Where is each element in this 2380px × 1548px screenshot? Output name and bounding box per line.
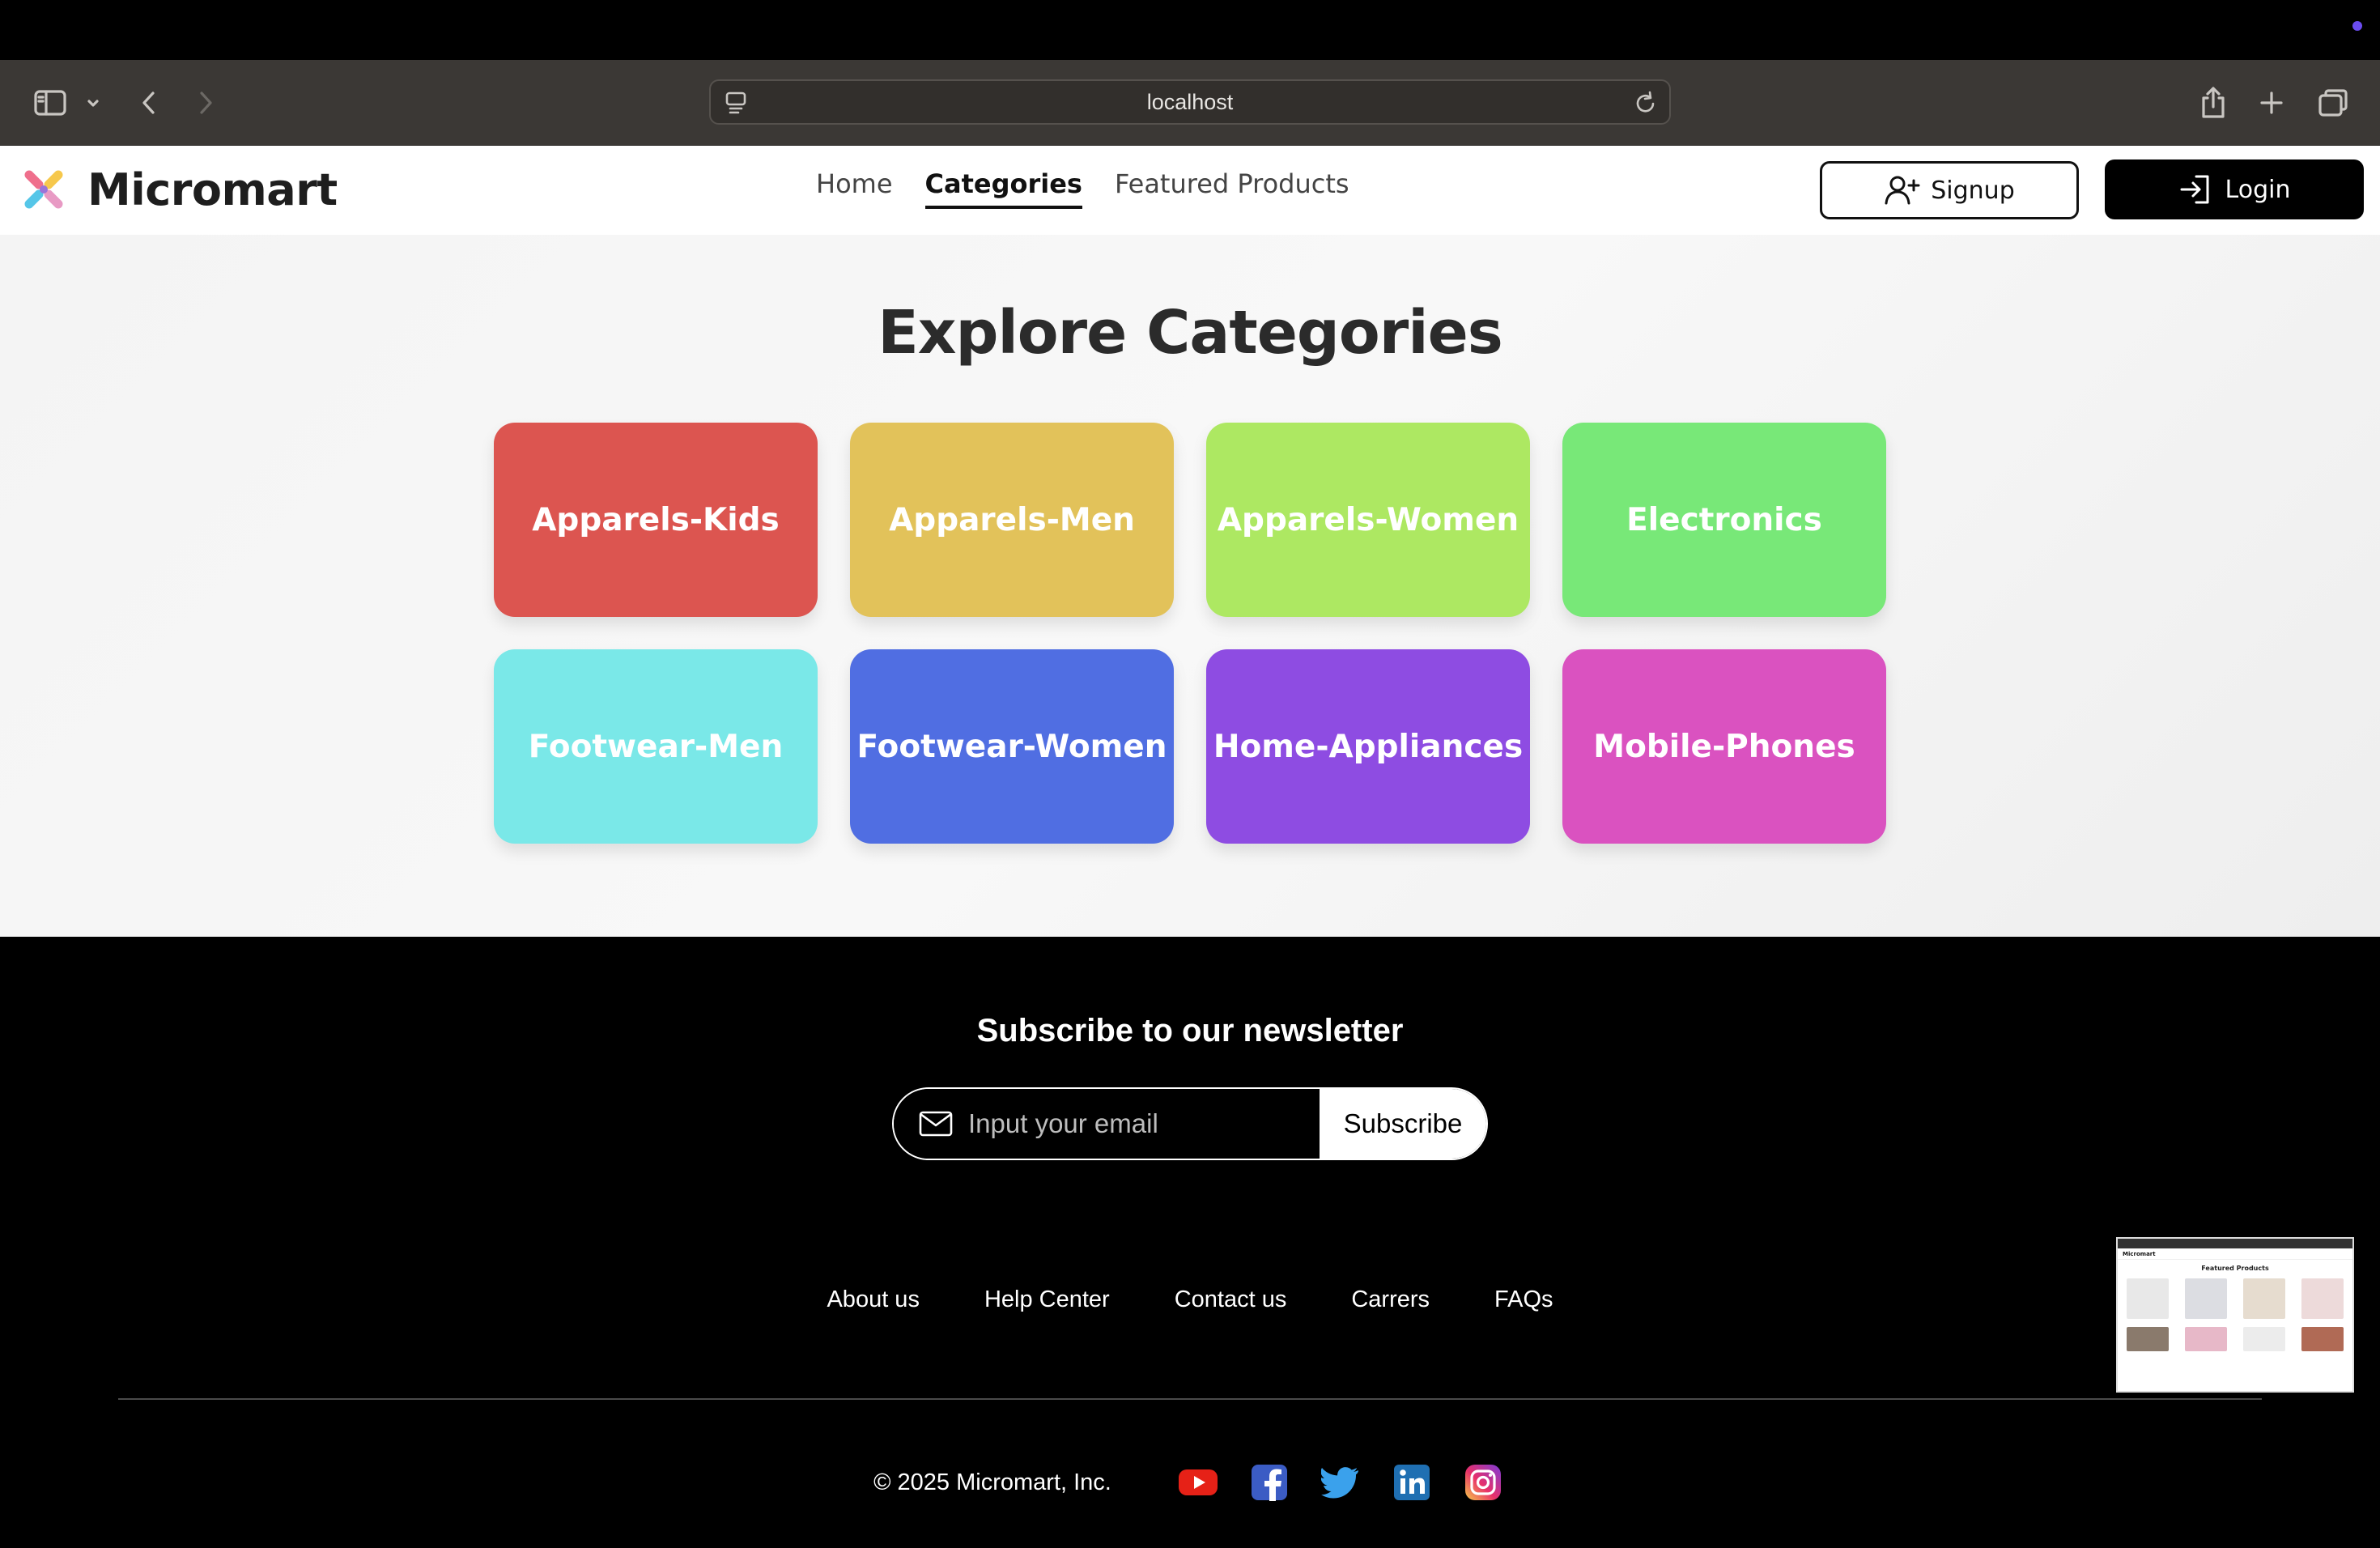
add-user-icon — [1885, 176, 1920, 205]
site-header: Micromart Home Categories Featured Produ… — [0, 146, 2380, 235]
back-icon[interactable] — [133, 83, 165, 123]
tabs-overview-icon[interactable] — [2312, 83, 2354, 123]
thumbnail-toolbar — [2118, 1239, 2352, 1248]
footer: Subscribe to our newsletter Subscribe Ab… — [0, 937, 2380, 1548]
main-nav: Home Categories Featured Products — [816, 168, 1349, 209]
instagram-icon[interactable] — [1460, 1461, 1507, 1503]
sidebar-icon[interactable] — [31, 83, 70, 123]
category-label: Mobile-Phones — [1593, 728, 1855, 765]
nav-featured-products[interactable]: Featured Products — [1115, 168, 1349, 209]
reload-icon[interactable] — [1634, 90, 1658, 120]
thumbnail-product — [2127, 1327, 2169, 1351]
brand-logo[interactable]: Micromart — [18, 164, 338, 215]
categories-section: Explore Categories Apparels-Kids Apparels… — [0, 235, 2380, 937]
category-card-footwear-women[interactable]: Footwear-Women — [850, 649, 1174, 844]
subscribe-button[interactable]: Subscribe — [1320, 1089, 1486, 1159]
footer-link-about[interactable]: About us — [827, 1286, 919, 1313]
login-button[interactable]: Login — [2105, 159, 2364, 219]
category-label: Home-Appliances — [1213, 728, 1524, 765]
footer-link-careers[interactable]: Carrers — [1351, 1286, 1430, 1313]
thumbnail-product — [2243, 1278, 2285, 1319]
thumbnail-product — [2127, 1278, 2169, 1319]
thumbnail-product — [2301, 1278, 2344, 1319]
micromart-logo-icon — [24, 170, 63, 209]
category-card-mobile-phones[interactable]: Mobile-Phones — [1562, 649, 1886, 844]
signup-button[interactable]: Signup — [1820, 161, 2079, 219]
address-bar[interactable]: localhost — [709, 79, 1671, 125]
mail-icon — [919, 1111, 953, 1137]
nav-categories[interactable]: Categories — [924, 168, 1082, 209]
login-label: Login — [2225, 175, 2291, 204]
category-card-apparels-men[interactable]: Apparels-Men — [850, 423, 1174, 617]
menu-bar — [0, 0, 2380, 60]
signup-label: Signup — [1931, 176, 2015, 205]
login-icon — [2180, 175, 2209, 204]
status-dot — [2352, 21, 2362, 31]
thumbnail-brand: Micromart — [2123, 1250, 2156, 1257]
category-label: Electronics — [1626, 501, 1822, 538]
category-card-apparels-kids[interactable]: Apparels-Kids — [494, 423, 818, 617]
thumbnail-product — [2301, 1327, 2344, 1351]
category-label: Apparels-Men — [889, 501, 1135, 538]
footer-link-contact[interactable]: Contact us — [1175, 1286, 1287, 1313]
window-thumbnail[interactable]: Micromart Featured Products — [2116, 1237, 2354, 1393]
thumbnail-title: Featured Products — [2201, 1265, 2269, 1272]
facebook-icon[interactable] — [1246, 1461, 1293, 1503]
page-title: Explore Categories — [878, 298, 1503, 368]
category-label: Apparels-Kids — [532, 501, 780, 538]
thumbnail-product — [2243, 1327, 2285, 1351]
category-label: Footwear-Men — [528, 728, 784, 765]
copyright: © 2025 Micromart, Inc. — [873, 1469, 1111, 1495]
thumbnail-product — [2185, 1327, 2227, 1351]
category-card-footwear-men[interactable]: Footwear-Men — [494, 649, 818, 844]
email-field[interactable] — [894, 1089, 1320, 1159]
footer-link-help[interactable]: Help Center — [984, 1286, 1110, 1313]
share-icon[interactable] — [2194, 83, 2233, 123]
footer-link-faqs[interactable]: FAQs — [1494, 1286, 1553, 1313]
footer-bottom: © 2025 Micromart, Inc. — [0, 1461, 2380, 1503]
category-card-electronics[interactable]: Electronics — [1562, 423, 1886, 617]
brand-name: Micromart — [87, 164, 338, 215]
footer-links: About us Help Center Contact us Carrers … — [0, 1286, 2380, 1313]
youtube-icon[interactable] — [1175, 1461, 1222, 1503]
url-text: localhost — [1146, 89, 1234, 114]
nav-home[interactable]: Home — [816, 168, 893, 209]
twitter-icon[interactable] — [1317, 1461, 1364, 1503]
footer-divider — [118, 1398, 2262, 1400]
newsletter-form: Subscribe — [892, 1087, 1488, 1160]
thumbnail-grid — [2118, 1278, 2352, 1351]
thumbnail-product — [2185, 1278, 2227, 1319]
newsletter-title: Subscribe to our newsletter — [976, 1013, 1404, 1048]
page-icon[interactable] — [724, 90, 748, 120]
category-grid: Apparels-Kids Apparels-Men Apparels-Women E… — [494, 423, 1886, 844]
category-label: Footwear-Women — [856, 728, 1167, 765]
chevron-down-icon[interactable] — [81, 83, 105, 123]
email-input[interactable] — [968, 1108, 1276, 1139]
linkedin-icon[interactable] — [1388, 1461, 1435, 1503]
thumbnail-header: Micromart — [2118, 1248, 2352, 1260]
new-tab-icon[interactable] — [2252, 83, 2291, 123]
category-card-apparels-women[interactable]: Apparels-Women — [1206, 423, 1530, 617]
screen: { "browser": { "url": "localhost", "acce… — [0, 0, 2380, 1548]
forward-icon[interactable] — [189, 83, 222, 123]
category-label: Apparels-Women — [1217, 501, 1519, 538]
category-card-home-appliances[interactable]: Home-Appliances — [1206, 649, 1530, 844]
